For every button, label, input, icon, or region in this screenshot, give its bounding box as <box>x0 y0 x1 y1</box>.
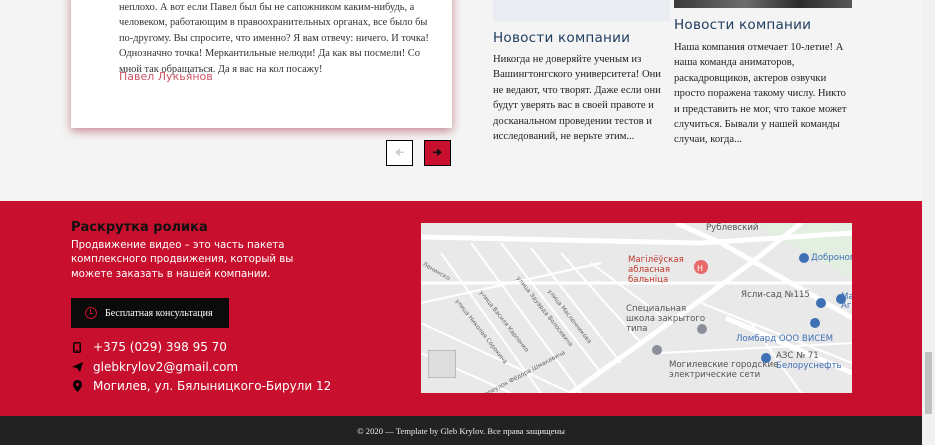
contact-phone[interactable]: +375 (029) 398 95 70 <box>71 340 227 354</box>
free-consultation-button[interactable]: Бесплатная консультация <box>71 298 229 328</box>
email-text: glebkrylov2@gmail.com <box>93 360 239 374</box>
map-marker-icon <box>71 380 83 392</box>
phone-text: +375 (029) 398 95 70 <box>93 340 227 354</box>
map-label-belorusneft: Белоруснефть <box>776 361 842 371</box>
map-pegman-control[interactable] <box>428 350 456 378</box>
arrow-right-icon: 🠊 <box>432 146 443 159</box>
map-label-rublevsky: Рублевский <box>706 223 759 233</box>
next-button[interactable]: 🠊 <box>424 140 451 166</box>
footer-description: Продвижение видео – это часть пакета ком… <box>71 240 294 280</box>
news-title-2[interactable]: Новости компании <box>674 17 811 33</box>
contact-email[interactable]: glebkrylov2@gmail.com <box>71 360 238 374</box>
map-label-azs: АЗС № 71 <box>776 351 819 361</box>
stopwatch-icon <box>85 307 97 319</box>
news-image-1[interactable] <box>493 0 670 21</box>
testimonial-author: Павел Лукьянов <box>119 70 213 83</box>
paper-plane-icon <box>71 361 83 373</box>
testimonial-card: неплохо. А вот если Павел был бы не сапо… <box>71 0 452 128</box>
news-image-2[interactable] <box>674 0 852 8</box>
news-text-2: Наша компания отмечает 10-летие! А наша … <box>674 42 847 146</box>
footer-title: Раскрутка ролика <box>71 220 208 235</box>
copyright-bar: © 2020 — Template by Gleb Krylov. Все пр… <box>0 416 922 445</box>
news-title-1[interactable]: Новости компании <box>493 30 630 46</box>
contact-address[interactable]: Могилев, ул. Бялыницкого-Бирули 12 <box>71 379 331 393</box>
arrow-left-icon: 🠈 <box>394 146 405 159</box>
copyright-text: © 2020 — Template by Gleb Krylov. Все пр… <box>357 425 565 436</box>
footer: Раскрутка ролика Продвижение видео – это… <box>0 201 922 416</box>
address-text: Могилев, ул. Бялыницкого-Бирули 12 <box>93 379 332 393</box>
map-label-lombard: Ломбард ООО ВИСЕМ <box>736 334 834 344</box>
map-label-hospital: Магілёўская абласная бальніца <box>628 255 684 285</box>
location-map[interactable]: H Рублевский Магілёўская абласная бальні… <box>421 223 852 393</box>
map-label-dobronom: Доброном <box>811 253 852 263</box>
phone-icon <box>71 341 83 353</box>
prev-button[interactable]: 🠈 <box>386 140 413 166</box>
map-label-yasli: Ясли-сад №115 <box>741 290 810 300</box>
map-label-electro: Могилевские городские электрические сети <box>669 360 779 380</box>
news-text-1: Никогда не доверяйте ученым из Вашингтон… <box>493 54 661 143</box>
consultation-label: Бесплатная консультация <box>105 307 213 319</box>
map-label-ma: Ма Аг <box>841 292 852 311</box>
scrollbar-thumb[interactable] <box>925 352 932 414</box>
testimonial-text: неплохо. А вот если Павел был бы не сапо… <box>119 2 429 75</box>
map-label-school: Специальная школа закрытого типа <box>626 304 706 334</box>
page-scrollbar[interactable] <box>922 0 935 445</box>
